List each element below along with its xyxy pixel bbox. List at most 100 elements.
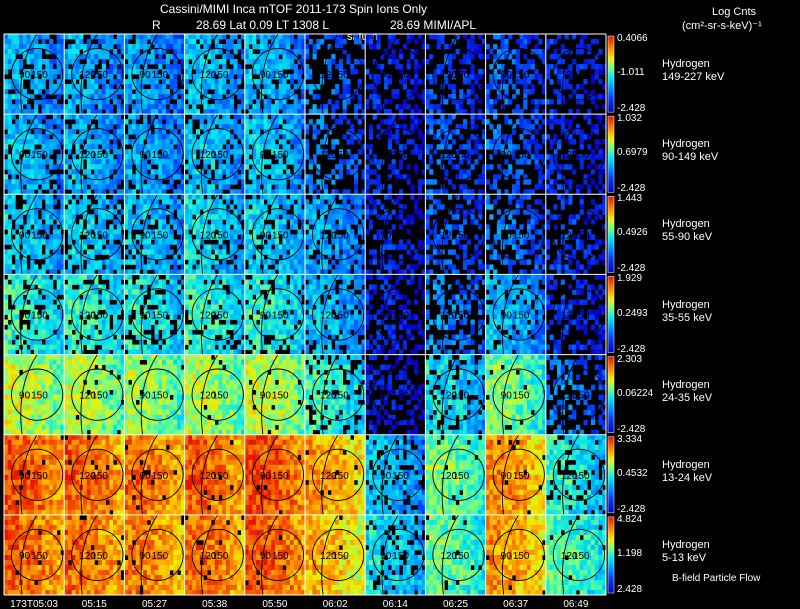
heatmap-cell	[594, 64, 599, 70]
heatmap-cell	[564, 244, 569, 250]
heatmap-cell	[124, 69, 129, 75]
heatmap-cell	[116, 34, 122, 40]
heatmap-cell	[19, 59, 24, 65]
heatmap-cell	[451, 224, 456, 230]
heatmap-cell	[515, 64, 520, 70]
heatmap-cell	[22, 39, 27, 45]
heatmap-cell	[244, 124, 249, 130]
heatmap-cell	[98, 139, 103, 145]
heatmap-cell	[406, 39, 411, 45]
heatmap-cell	[225, 169, 231, 175]
heatmap-cell	[590, 179, 596, 185]
heatmap-cell	[98, 104, 103, 110]
heatmap-cell	[248, 259, 253, 265]
heatmap-cell	[244, 119, 249, 125]
heatmap-cell	[267, 59, 272, 65]
heatmap-cell	[553, 259, 558, 265]
heatmap-cell	[64, 54, 69, 60]
heatmap-cell	[113, 114, 118, 120]
heatmap-cell	[252, 214, 257, 220]
heatmap-cell	[169, 79, 174, 85]
heatmap-cell	[177, 199, 182, 205]
heatmap-cell	[267, 199, 272, 205]
heatmap-cell	[184, 194, 189, 200]
heatmap-cell	[425, 244, 430, 250]
heatmap-cell	[45, 249, 50, 255]
heatmap-cell	[244, 184, 249, 190]
heatmap-cell	[474, 74, 479, 80]
heatmap-cell	[131, 259, 137, 265]
heatmap-cell	[41, 39, 46, 45]
heatmap-cell	[489, 264, 494, 270]
heatmap-cell	[297, 99, 302, 105]
heatmap-cell	[244, 104, 249, 110]
heatmap-cell	[256, 119, 261, 125]
heatmap-cell	[244, 139, 249, 145]
heatmap-cell	[222, 179, 227, 185]
heatmap-cell	[564, 264, 569, 270]
heatmap-cell	[553, 49, 558, 55]
heatmap-cell	[293, 204, 298, 210]
heatmap-cell	[350, 234, 355, 240]
heatmap-cell	[146, 89, 152, 95]
heatmap-cell	[278, 34, 283, 40]
heatmap-cell	[289, 244, 295, 250]
heatmap-cell	[526, 34, 532, 40]
heatmap-cell	[158, 119, 163, 125]
heatmap-cell	[271, 249, 276, 255]
heatmap-cell	[105, 259, 110, 265]
heatmap-cell	[34, 39, 39, 45]
heatmap-cell	[169, 104, 174, 110]
heatmap-cell	[105, 264, 110, 270]
heatmap-cell	[282, 164, 287, 170]
heatmap-cell	[474, 204, 479, 210]
heatmap-cell	[124, 64, 129, 70]
heatmap-cell	[86, 249, 91, 255]
heatmap-cell	[188, 64, 193, 70]
heatmap-cell	[316, 179, 321, 185]
heatmap-cell	[252, 44, 257, 50]
heatmap-cell	[158, 194, 163, 200]
heatmap-cell	[305, 214, 310, 220]
heatmap-cell	[274, 244, 280, 250]
heatmap-cell	[86, 144, 91, 150]
heatmap-cell	[188, 119, 193, 125]
heatmap-cell	[515, 144, 520, 150]
heatmap-cell	[278, 164, 283, 170]
heatmap-cell	[271, 129, 276, 135]
heatmap-cell	[98, 209, 103, 215]
heatmap-cell	[335, 244, 340, 250]
heatmap-cell	[49, 69, 54, 75]
heatmap-cell	[222, 264, 227, 270]
heatmap-cell	[188, 164, 193, 170]
heatmap-cell	[30, 164, 35, 170]
heatmap-cell	[470, 39, 475, 45]
heatmap-cell	[124, 239, 129, 245]
heatmap-cell	[177, 154, 182, 160]
heatmap-cell	[71, 204, 76, 210]
heatmap-cell	[67, 219, 73, 225]
heatmap-cell	[154, 129, 159, 135]
heatmap-cell	[478, 69, 483, 75]
heatmap-cell	[297, 199, 302, 205]
heatmap-cell	[41, 164, 46, 170]
heatmap-cell	[124, 224, 129, 230]
heatmap-cell	[233, 179, 238, 185]
heatmap-cell	[530, 114, 535, 120]
heatmap-cell	[203, 99, 208, 105]
heatmap-cell	[478, 264, 483, 270]
heatmap-cell	[101, 134, 106, 140]
heatmap-cell	[365, 204, 370, 210]
heatmap-cell	[297, 74, 302, 80]
heatmap-cell	[146, 34, 152, 40]
heatmap-cell	[350, 124, 355, 130]
heatmap-cell	[146, 104, 152, 110]
heatmap-cell	[459, 89, 464, 95]
heatmap-cell	[278, 174, 283, 180]
heatmap-cell	[135, 214, 140, 220]
heatmap-cell	[214, 144, 219, 150]
heatmap-cell	[323, 104, 328, 110]
heatmap-cell	[139, 39, 144, 45]
heatmap-cell	[109, 244, 114, 250]
heatmap-cell	[308, 159, 313, 165]
